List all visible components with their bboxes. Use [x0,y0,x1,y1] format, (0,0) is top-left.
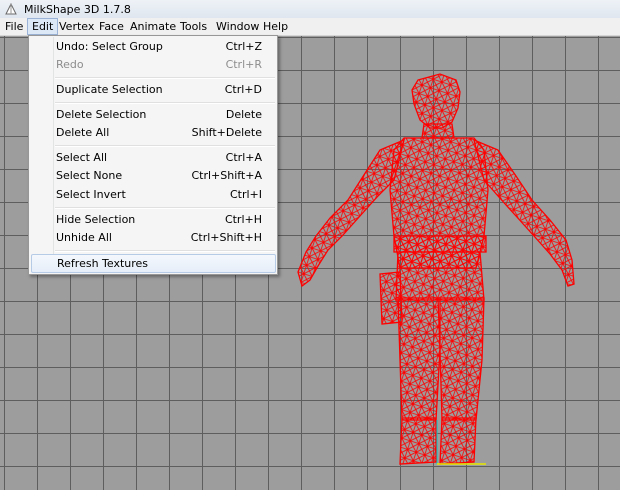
menu-item-label: Select None [56,169,123,182]
menu-item-shortcut: Ctrl+R [225,58,262,71]
menu-item-label: Delete Selection [56,108,147,121]
menu-item-shortcut: Ctrl+A [225,151,262,164]
menu-animate[interactable]: Animate [126,19,180,34]
menu-window[interactable]: Window [212,19,263,34]
title-bar: MilkShape 3D 1.7.8 [0,0,620,19]
menu-item-refresh-textures[interactable]: Refresh Textures [31,254,276,273]
menu-separator [55,102,275,104]
menu-file[interactable]: File [1,19,27,34]
menu-item-label: Unhide All [56,231,112,244]
menu-separator [55,250,275,252]
menu-item-shortcut: Ctrl+Shift+A [191,169,262,182]
menu-bar: File Edit Vertex Face Animate Tools Wind… [0,18,620,36]
menu-item-duplicate-selection[interactable]: Duplicate Selection Ctrl+D [29,81,277,99]
menu-item-shortcut: Ctrl+H [224,213,262,226]
menu-separator [55,145,275,147]
menu-edit[interactable]: Edit [27,18,59,35]
menu-item-select-invert[interactable]: Select Invert Ctrl+I [29,186,277,204]
menu-item-redo[interactable]: Redo Ctrl+R [29,56,277,74]
menu-item-label: Undo: Select Group [56,40,163,53]
menu-item-undo[interactable]: Undo: Select Group Ctrl+Z [29,38,277,56]
menu-item-label: Delete All [56,126,110,139]
menu-item-label: Hide Selection [56,213,136,226]
menu-item-shortcut: Ctrl+I [229,188,262,201]
menu-item-delete-all[interactable]: Delete All Shift+Delete [29,124,277,142]
menu-item-delete-selection[interactable]: Delete Selection Delete [29,106,277,124]
menu-item-label: Select All [56,151,108,164]
menu-item-shortcut: Ctrl+D [224,83,262,96]
window-title: MilkShape 3D 1.7.8 [24,3,131,16]
menu-face[interactable]: Face [95,19,128,34]
menu-item-label: Duplicate Selection [56,83,163,96]
menu-item-unhide-all[interactable]: Unhide All Ctrl+Shift+H [29,229,277,247]
menu-item-shortcut: Shift+Delete [191,126,262,139]
menu-item-shortcut: Delete [225,108,262,121]
menu-item-shortcut: Ctrl+Z [225,40,262,53]
menu-item-shortcut: Ctrl+Shift+H [190,231,262,244]
menu-separator [55,207,275,209]
edit-menu-dropdown: Undo: Select Group Ctrl+Z Redo Ctrl+R Du… [28,35,278,275]
menu-item-label: Select Invert [56,188,126,201]
menu-tools[interactable]: Tools [176,19,211,34]
menu-vertex[interactable]: Vertex [55,19,98,34]
menu-help[interactable]: Help [259,19,292,34]
app-icon[interactable] [4,2,18,16]
menu-separator [55,77,275,79]
menu-item-hide-selection[interactable]: Hide Selection Ctrl+H [29,211,277,229]
menu-item-label: Refresh Textures [57,257,149,270]
menu-item-select-none[interactable]: Select None Ctrl+Shift+A [29,167,277,185]
menu-item-select-all[interactable]: Select All Ctrl+A [29,149,277,167]
menu-item-label: Redo [56,58,84,71]
